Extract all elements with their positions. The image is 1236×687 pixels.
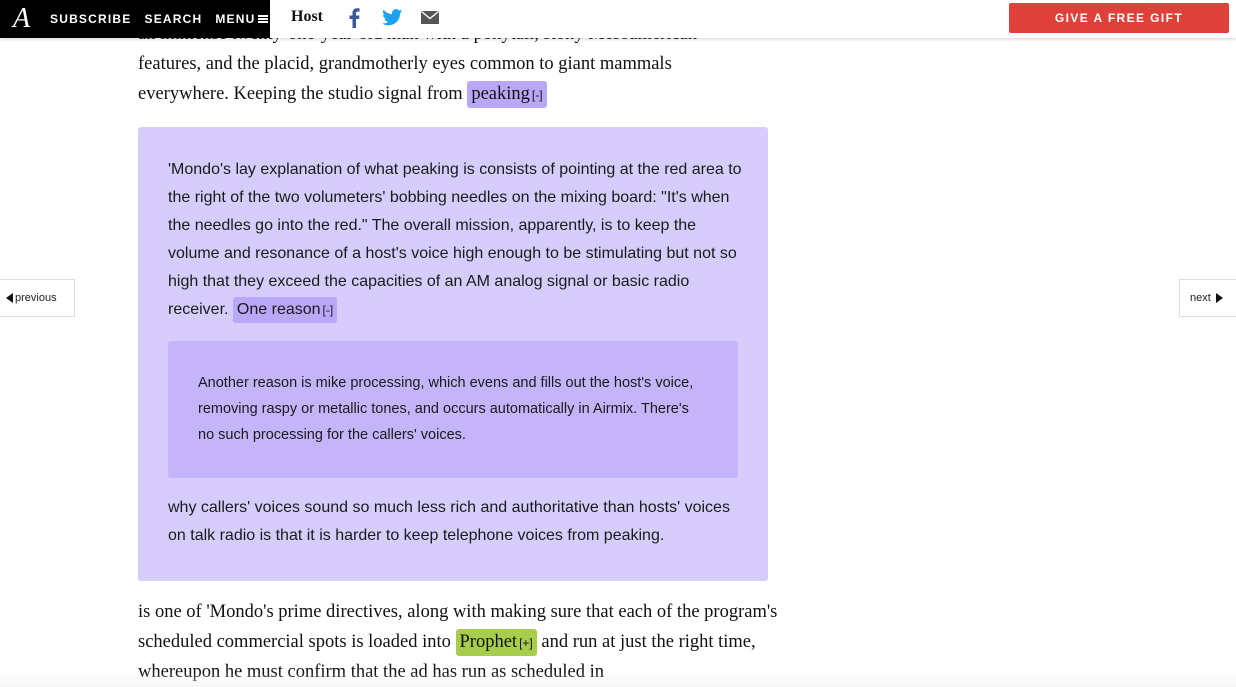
chevron-left-icon bbox=[6, 293, 13, 303]
top-bar: A SUBSCRIBE SEARCH MENU Host GIVE A FREE… bbox=[0, 0, 1236, 38]
previous-label: previous bbox=[15, 292, 57, 304]
footnote-toggle-label: Prophet bbox=[459, 632, 518, 652]
previous-button[interactable]: previous bbox=[0, 279, 75, 317]
paragraph-line: everywhere. Keeping the studio signal fr… bbox=[138, 84, 468, 104]
next-label: next bbox=[1190, 292, 1211, 304]
footnote-toggle-one-reason[interactable]: One reason [-] bbox=[232, 297, 338, 323]
expand-sign: [+] bbox=[519, 636, 533, 650]
collapse-sign: [-] bbox=[531, 88, 543, 102]
footnote-toggle-label: peaking bbox=[471, 84, 530, 104]
chevron-right-icon bbox=[1215, 293, 1223, 303]
twitter-icon[interactable] bbox=[382, 9, 403, 26]
footnote-peaking: 'Mondo's lay explanation of what peaking… bbox=[138, 127, 768, 581]
footnote-toggle-peaking[interactable]: peaking [-] bbox=[467, 81, 547, 108]
email-icon[interactable] bbox=[421, 11, 439, 24]
collapse-sign: [-] bbox=[322, 303, 334, 317]
footnote-text-part: 'Mondo's lay explanation of what peaking… bbox=[168, 161, 742, 318]
menu-button[interactable]: MENU bbox=[215, 12, 268, 26]
footnote-text: 'Mondo's lay explanation of what peaking… bbox=[168, 156, 748, 324]
footnote-one-reason: Another reason is mike processing, which… bbox=[168, 341, 738, 478]
menu-label: MENU bbox=[215, 12, 256, 26]
footnote-toggle-label: One reason bbox=[236, 301, 321, 318]
hamburger-icon bbox=[257, 15, 268, 23]
facebook-icon[interactable] bbox=[348, 8, 360, 28]
paragraph-line: features, and the placid, grandmotherly … bbox=[138, 54, 672, 74]
page-title: Host bbox=[291, 8, 323, 25]
give-free-gift-button[interactable]: GIVE A FREE GIFT bbox=[1009, 3, 1229, 33]
subscribe-link[interactable]: SUBSCRIBE bbox=[50, 12, 131, 26]
footnote-text-continued: why callers' voices sound so much less r… bbox=[168, 499, 730, 544]
logo[interactable]: A bbox=[13, 0, 37, 38]
next-button[interactable]: next bbox=[1179, 279, 1236, 317]
top-bar-brand: A SUBSCRIBE SEARCH MENU bbox=[0, 0, 270, 38]
bottom-fade bbox=[0, 672, 1236, 687]
search-link[interactable]: SEARCH bbox=[144, 12, 202, 26]
footnote-text: Another reason is mike processing, which… bbox=[198, 375, 694, 443]
footnote-toggle-prophet[interactable]: Prophet [+] bbox=[455, 629, 537, 656]
